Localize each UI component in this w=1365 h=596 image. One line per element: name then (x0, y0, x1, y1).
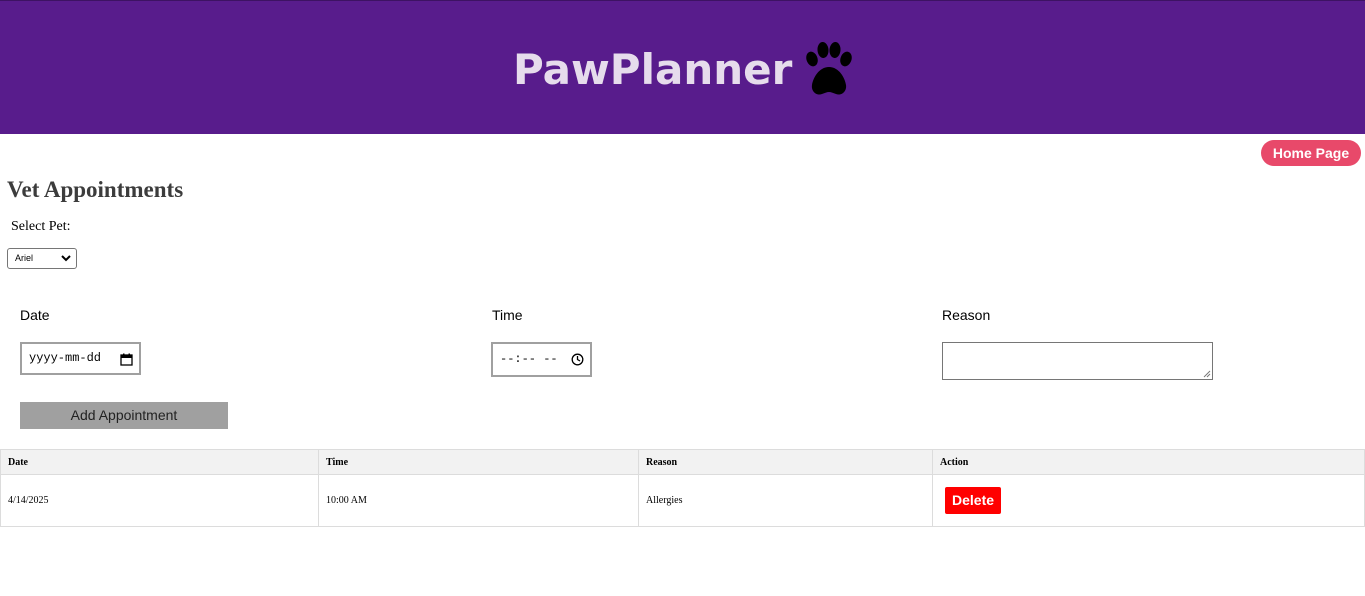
reason-label: Reason (942, 307, 991, 323)
date-label: Date (20, 307, 50, 323)
select-pet-label: Select Pet: (11, 219, 71, 234)
app-title: PawPlanner (513, 45, 793, 94)
time-label: Time (492, 307, 523, 323)
time-placeholder: --:-- -- (500, 352, 558, 366)
header-date: Date (0, 449, 319, 475)
page-title: Vet Appointments (7, 177, 184, 202)
header-time: Time (318, 449, 639, 475)
date-placeholder: yyyy-mm-dd (29, 351, 102, 365)
app-header: PawPlanner (0, 0, 1365, 134)
table-row: 4/14/2025 10:00 AM Allergies Delete (0, 474, 1365, 527)
header-reason: Reason (638, 449, 933, 475)
cell-reason: Allergies (638, 474, 933, 527)
pet-select[interactable]: Ariel (7, 248, 77, 269)
pet-select-value: Ariel (15, 253, 34, 263)
cell-action: Delete (932, 474, 1365, 527)
clock-icon[interactable] (571, 353, 584, 366)
table-header-row: Date Time Reason Action (0, 449, 1365, 475)
cell-date: 4/14/2025 (0, 474, 319, 527)
paw-icon (806, 42, 852, 95)
chevron-down-icon (61, 255, 71, 262)
cell-time: 10:00 AM (318, 474, 639, 527)
add-appointment-button[interactable]: Add Appointment (20, 402, 228, 429)
date-input[interactable]: yyyy-mm-dd (20, 342, 141, 375)
resize-grip-icon[interactable] (1203, 370, 1211, 378)
header-action: Action (932, 449, 1365, 475)
delete-button[interactable]: Delete (945, 487, 1002, 514)
calendar-icon[interactable] (120, 353, 133, 366)
home-page-button[interactable]: Home Page (1261, 140, 1361, 166)
time-input[interactable]: --:-- -- (491, 342, 592, 377)
appointments-table: Date Time Reason Action 4/14/2025 10:00 … (0, 449, 1365, 527)
reason-textarea[interactable] (942, 342, 1213, 380)
